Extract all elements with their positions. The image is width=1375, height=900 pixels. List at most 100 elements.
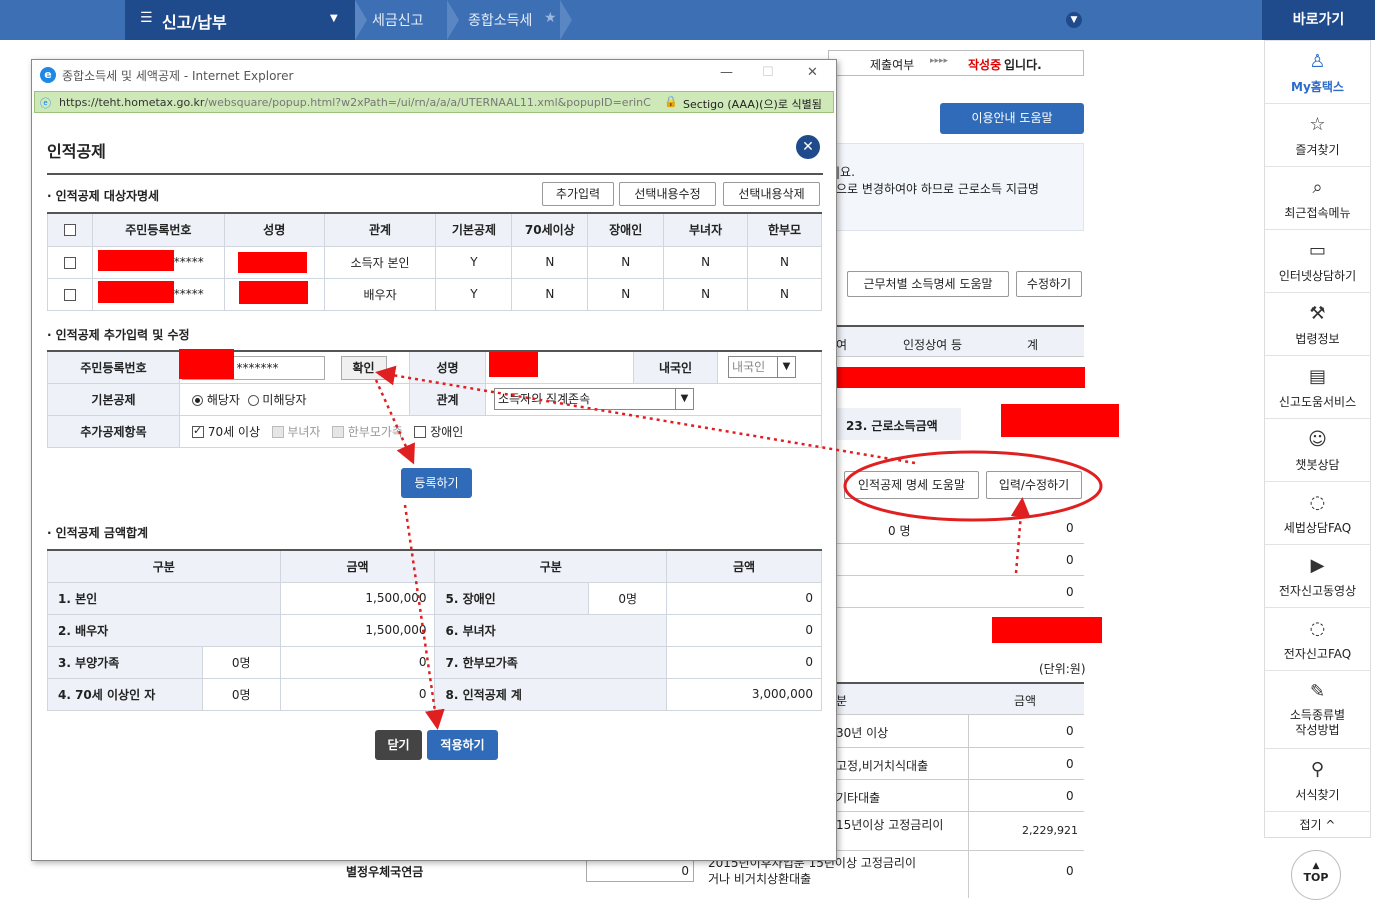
menu-title[interactable]: 신고/납부 bbox=[162, 9, 227, 33]
sidebar-item-tax-faq[interactable]: ◌ 세법상담FAQ bbox=[1265, 481, 1370, 544]
summary-amount: 0 bbox=[666, 645, 822, 679]
sidebar-item-law[interactable]: ⚒ 법령정보 bbox=[1265, 292, 1370, 355]
sidebar-title: 바로가기 bbox=[1262, 0, 1375, 40]
relation-cell: 배우자 bbox=[323, 277, 437, 311]
sidebar-item-income-guide[interactable]: ✎ 소득종류별 작성방법 bbox=[1265, 670, 1370, 748]
top-nav: ☰ 신고/납부 ▼ 세금신고 종합소득세 ★ ▼ bbox=[0, 0, 1262, 40]
delete-selected-button[interactable]: 선택내용삭제 bbox=[723, 182, 820, 206]
unit-label: (단위:원) bbox=[1039, 662, 1086, 676]
close-button[interactable]: 닫기 bbox=[375, 730, 422, 760]
address-bar[interactable]: ⓔ https://teht.hometax.go.kr/websquare/p… bbox=[34, 91, 834, 113]
add-input-button[interactable]: 추가입력 bbox=[542, 182, 614, 206]
woman-checkbox[interactable] bbox=[271, 426, 284, 438]
sidebar-item-efile-faq[interactable]: ◌ 전자신고FAQ bbox=[1265, 607, 1370, 670]
radio-not-applicable-label: 미해당자 bbox=[262, 392, 307, 407]
ie-logo-icon: e bbox=[40, 67, 56, 83]
register-button[interactable]: 등록하기 bbox=[401, 468, 472, 498]
window-titlebar: e 종합소득세 및 세액공제 - Internet Explorer — ☐ ✕ bbox=[32, 60, 836, 90]
sidebar-item-video[interactable]: ▶ 전자신고동영상 bbox=[1265, 544, 1370, 607]
single-parent-checkbox[interactable] bbox=[331, 426, 344, 438]
row-checkbox[interactable] bbox=[47, 245, 93, 279]
summary-label: 7. 한부모가족 bbox=[434, 645, 668, 679]
collapse-button[interactable]: 접기 ^ bbox=[1265, 811, 1370, 837]
over70-label: 70세 이상 bbox=[207, 424, 261, 439]
breadcrumb-separator bbox=[355, 0, 367, 40]
summary-amount: 0 bbox=[279, 677, 436, 711]
scroll-top-button[interactable]: ▲ TOP bbox=[1291, 850, 1341, 900]
persons-count: 0 명 bbox=[888, 524, 911, 538]
lock-icon: 🔒 bbox=[664, 95, 678, 108]
redacted-rrn bbox=[98, 281, 174, 303]
input-modify-button[interactable]: 입력/수정하기 bbox=[986, 471, 1082, 499]
video-icon: ▶ bbox=[1310, 555, 1325, 576]
star-icon[interactable]: ★ bbox=[544, 10, 557, 26]
loan-amount: 0 bbox=[1066, 724, 1074, 738]
sidebar-item-my-hometax[interactable]: ♙ My홈택스 bbox=[1265, 40, 1370, 103]
radio-applicable[interactable] bbox=[192, 394, 203, 406]
minimize-icon[interactable]: — bbox=[720, 65, 733, 80]
apply-button[interactable]: 적용하기 bbox=[427, 730, 498, 760]
redacted-value bbox=[824, 367, 1085, 388]
workplace-help-button[interactable]: 근무처별 소득명세 도움말 bbox=[847, 271, 1009, 297]
redacted-value bbox=[992, 617, 1102, 643]
quick-links-sidebar: 바로가기 ♙ My홈택스 ☆ 즐겨찾기 ⌕ 최근접속메뉴 ▭ 인터넷상담하기 ⚒ 법령정보… bbox=[1262, 0, 1375, 898]
confirm-button[interactable]: 확인 bbox=[340, 356, 387, 380]
chevron-down-icon: ▼ bbox=[777, 357, 795, 378]
loan-label: 15년이상 고정금리이 bbox=[836, 818, 944, 832]
select-all-checkbox[interactable] bbox=[47, 212, 93, 247]
summary-label: 3. 부양가족 bbox=[47, 645, 203, 679]
loan-table-header bbox=[836, 684, 1084, 715]
menu-icon[interactable]: ☰ bbox=[140, 10, 153, 26]
menu-dropdown[interactable] bbox=[125, 0, 355, 40]
chevron-down-icon: ▼ bbox=[675, 389, 693, 409]
breadcrumb-item[interactable]: 종합소득세 bbox=[468, 10, 532, 30]
deduction-help-button[interactable]: 인적공제 명세 도움말 bbox=[844, 471, 979, 499]
close-icon[interactable]: ✕ bbox=[807, 65, 818, 80]
redacted-rrn bbox=[98, 250, 174, 271]
sidebar-item-form-search[interactable]: ⚲ 서식찾기 bbox=[1265, 748, 1370, 811]
breadcrumb-item[interactable]: 세금신고 bbox=[372, 10, 424, 30]
status-suffix: 입니다. bbox=[1004, 58, 1042, 72]
redacted-name bbox=[239, 281, 308, 304]
basic-cell: Y bbox=[435, 245, 513, 279]
edit-selected-button[interactable]: 선택내용수정 bbox=[619, 182, 716, 206]
name-label: 성명 bbox=[409, 350, 486, 384]
relation-select[interactable]: 소득자의 직계존속 ▼ bbox=[494, 388, 694, 410]
deduction-summary-table: 구분 금액 구분 금액 1. 본인 1,500,000 5. 장애인 0명 0 … bbox=[47, 549, 822, 711]
guide-help-button[interactable]: 이용안내 도움말 bbox=[940, 103, 1084, 134]
col-header: 계 bbox=[1027, 338, 1039, 352]
disabled-checkbox[interactable] bbox=[414, 426, 427, 438]
col-header: 금액 bbox=[279, 549, 436, 583]
nationality-select[interactable]: 내국인 ▼ bbox=[728, 356, 796, 379]
maximize-icon[interactable]: ☐ bbox=[762, 65, 774, 80]
rrn-label: 주민등록번호 bbox=[47, 350, 180, 384]
row-checkbox[interactable] bbox=[47, 277, 93, 311]
sidebar-item-internet-consult[interactable]: ▭ 인터넷상담하기 bbox=[1265, 229, 1370, 292]
popup-window: e 종합소득세 및 세액공제 - Internet Explorer — ☐ ✕… bbox=[31, 59, 837, 861]
certificate-label: Sectigo (AAA)(으)로 식별됨 bbox=[683, 98, 822, 111]
summary-amount: 0 bbox=[666, 613, 822, 647]
summary-amount: 3,000,000 bbox=[666, 677, 822, 711]
over70-checkbox[interactable] bbox=[192, 424, 204, 438]
close-icon[interactable]: ✕ bbox=[796, 135, 820, 159]
url-text: https://teht.hometax.go.kr/websquare/pop… bbox=[59, 96, 651, 109]
sidebar-item-help-service[interactable]: ▤ 신고도움서비스 bbox=[1265, 355, 1370, 418]
window-title: 종합소득세 및 세액공제 - Internet Explorer bbox=[62, 69, 294, 83]
sidebar-item-chatbot[interactable]: ☺ 챗봇상담 bbox=[1265, 418, 1370, 481]
woman-cell: N bbox=[663, 245, 749, 279]
history-icon: ⌕ bbox=[1312, 177, 1323, 198]
modify-button[interactable]: 수정하기 bbox=[1016, 271, 1082, 297]
chevron-down-icon[interactable]: ▼ bbox=[330, 13, 338, 24]
sidebar-item-favorites[interactable]: ☆ 즐겨찾기 bbox=[1265, 103, 1370, 166]
radio-not-applicable[interactable] bbox=[247, 394, 259, 406]
status-value: 작성중 bbox=[968, 58, 1002, 72]
summary-label: 2. 배우자 bbox=[47, 613, 281, 647]
pension-label: 별정우체국연금 bbox=[346, 865, 424, 879]
pension-input[interactable]: 0 bbox=[586, 860, 694, 882]
col-header: 구분 bbox=[434, 549, 668, 583]
chatbot-icon: ☺ bbox=[1308, 429, 1327, 450]
relation-label: 관계 bbox=[409, 382, 486, 416]
sidebar-item-recent[interactable]: ⌕ 최근접속메뉴 bbox=[1265, 166, 1370, 229]
chevron-down-icon[interactable]: ▼ bbox=[1066, 12, 1082, 28]
redacted-name bbox=[238, 252, 307, 273]
